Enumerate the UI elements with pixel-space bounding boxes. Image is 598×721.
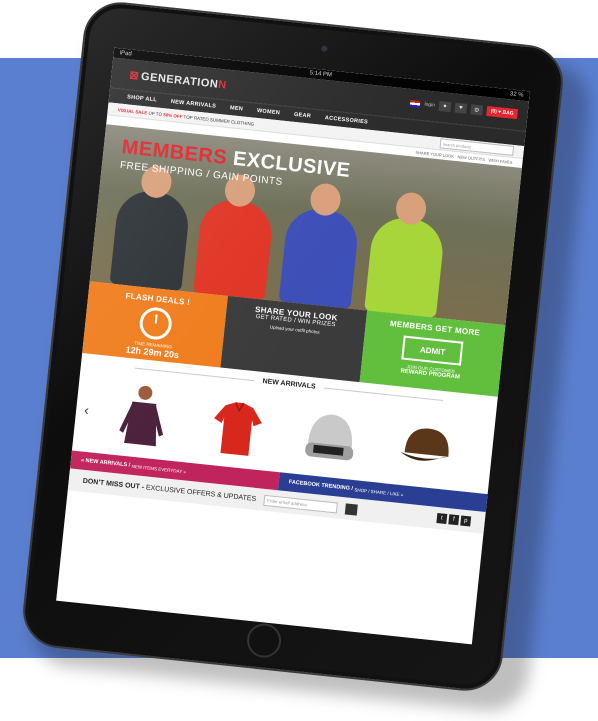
hero-person-3-head	[308, 182, 343, 218]
chevron-left-icon[interactable]: ‹	[83, 402, 89, 418]
social-links: t f p	[436, 513, 472, 527]
new-arrivals-title: NEW ARRIVALS	[262, 377, 316, 391]
device-label: iPad	[119, 50, 132, 58]
hero-person-1	[109, 164, 192, 292]
flag-icon[interactable]	[410, 99, 421, 108]
flash-deals-tile[interactable]: FLASH DEALS ! TIME REMAINING 12h 29m 20s	[82, 281, 229, 368]
nav-item-new-arrivals[interactable]: NEW ARRIVALS	[170, 99, 216, 110]
promo-label: VISUAL SALE	[117, 106, 148, 115]
nav-item-gear[interactable]: GEAR	[294, 112, 312, 120]
newsletter-bold: DON'T MISS OUT -	[82, 477, 145, 491]
camera-icon	[321, 45, 328, 52]
status-time: 5:14 PM	[309, 70, 333, 79]
cart-button[interactable]: (0) ♥ BAG	[486, 105, 519, 120]
facebook-icon[interactable]: f	[448, 514, 460, 526]
hero-person-4	[364, 191, 446, 318]
blue-banner-main: FACEBOOK TRENDING /	[288, 479, 354, 493]
user-icon[interactable]: ●	[438, 100, 452, 113]
login-link[interactable]: login	[424, 101, 435, 108]
newsletter-rest: EXCLUSIVE OFFERS & UPDATES	[145, 483, 257, 503]
share-look-tile[interactable]: SHARE YOUR LOOK GET RATED / WIN PRIZES U…	[220, 295, 367, 383]
product-womens-top[interactable]	[109, 380, 176, 456]
ipad-screen: iPad 5:14 PM 32 % ⊠GENERATIONN login ● ♥…	[56, 47, 530, 645]
blue-banner-sub: SHOP / SHARE / LIKE »	[354, 486, 404, 497]
members-tile[interactable]: MEMBERS GET MORE ADMIT JOIN OUR CUSTOMER…	[359, 310, 506, 397]
header-actions: login ● ♥ ⚙ (0) ♥ BAG	[410, 98, 519, 120]
promo-discount: 50% OFF	[163, 111, 183, 119]
ipad-device: iPad 5:14 PM 32 % ⊠GENERATIONN login ● ♥…	[19, 0, 567, 695]
hero-person-4-head	[394, 191, 428, 227]
admit-ticket-icon: ADMIT	[401, 335, 464, 366]
promo-prefix: UP TO	[148, 110, 163, 117]
pinterest-icon[interactable]: p	[460, 515, 472, 527]
settings-icon[interactable]: ⚙	[470, 104, 484, 116]
submit-button[interactable]	[345, 502, 359, 516]
home-button[interactable]	[245, 621, 283, 660]
battery-label: 32 %	[509, 91, 524, 99]
nav-item-men[interactable]: MEN	[230, 105, 244, 112]
logo-mark-icon: ⊠	[128, 69, 140, 83]
product-red-shirt[interactable]	[203, 390, 270, 466]
product-grey-beanie[interactable]	[297, 400, 364, 476]
product-brown-cap[interactable]	[391, 409, 458, 485]
twitter-icon[interactable]: t	[436, 513, 448, 524]
pink-banner-main: « NEW ARRIVALS /	[80, 457, 131, 469]
site-logo[interactable]: ⊠GENERATIONN	[129, 68, 228, 91]
hero-person-2	[193, 173, 275, 300]
nav-item-shop-all[interactable]: SHOP ALL	[127, 94, 157, 103]
pink-banner-sub: NEW ITEMS EVERYDAY »	[131, 463, 187, 474]
heart-icon[interactable]: ♥	[454, 102, 468, 114]
logo-text: GENERATION	[140, 70, 219, 91]
alarm-clock-icon	[137, 305, 173, 342]
logo-accent: N	[217, 78, 228, 92]
nav-item-women[interactable]: WOMEN	[257, 108, 281, 116]
nav-item-accessories[interactable]: ACCESSORIES	[325, 115, 369, 125]
hero-person-3	[278, 182, 361, 309]
email-field[interactable]: Enter email address	[263, 494, 339, 514]
